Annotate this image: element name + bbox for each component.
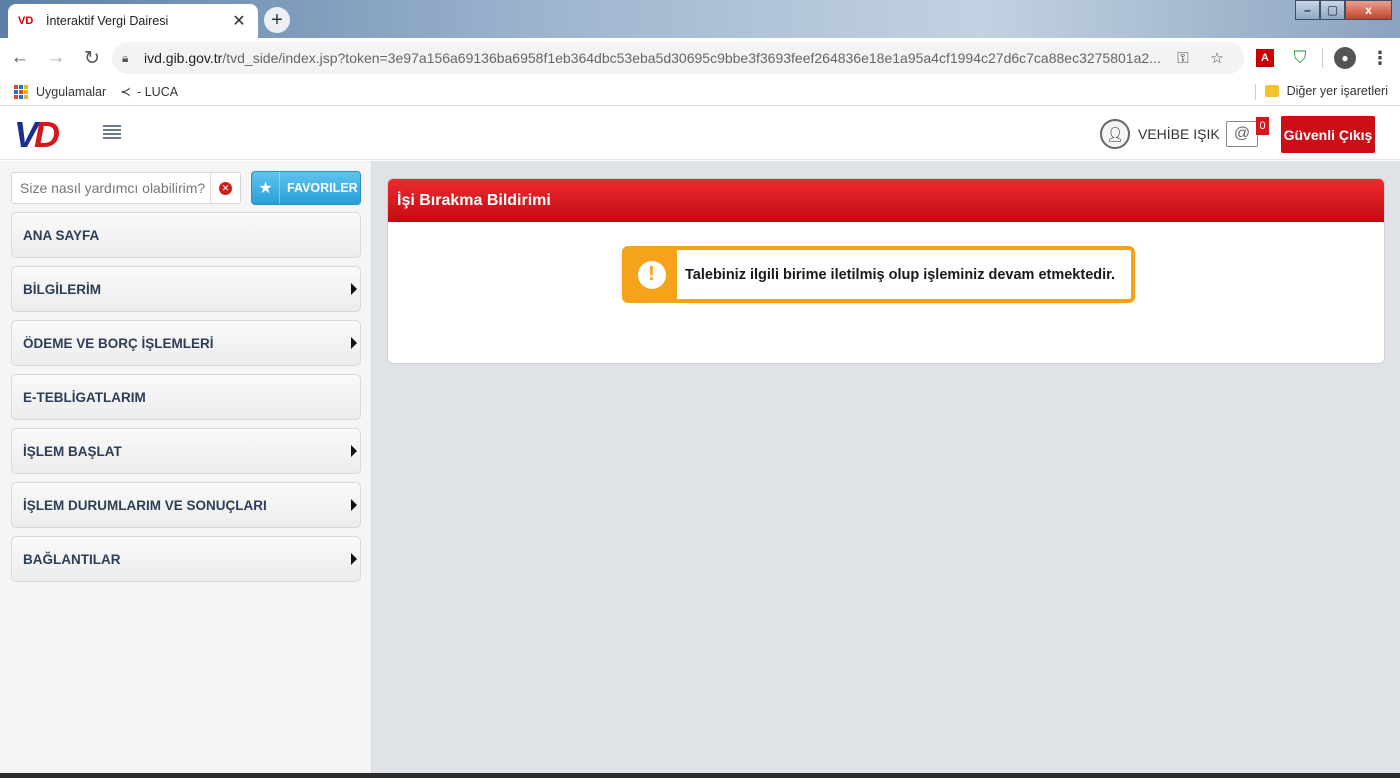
browser-tab[interactable]: VD İnteraktif Vergi Dairesi ✕ bbox=[8, 4, 258, 38]
bookmark-star-icon[interactable]: ☆ bbox=[1200, 49, 1234, 67]
sidebar-item-odeme-borc[interactable]: ÖDEME VE BORÇ İŞLEMLERİ bbox=[11, 320, 361, 366]
caret-right-icon bbox=[351, 337, 357, 349]
status-alert: ! Talebiniz ilgili birime iletilmiş olup… bbox=[622, 246, 1135, 303]
sidebar-item-islem-durumlarim[interactable]: İŞLEM DURUMLARIM VE SONUÇLARI bbox=[11, 482, 361, 528]
main-content: İşi Bırakma Bildirimi ! Talebiniz ilgili… bbox=[372, 161, 1400, 773]
sidebar-item-baglantilar[interactable]: BAĞLANTILAR bbox=[11, 536, 361, 582]
favorites-button[interactable]: ★ FAVORILER bbox=[251, 171, 361, 205]
shield-extension-icon[interactable]: ⛉ bbox=[1288, 46, 1312, 70]
url-text: ivd.gib.gov.tr/tvd_side/index.jsp?token=… bbox=[144, 50, 1161, 66]
key-icon[interactable]: ⚿ bbox=[1166, 50, 1200, 67]
caret-right-icon bbox=[351, 553, 357, 565]
window-bottom-edge bbox=[0, 773, 1400, 778]
mail-icon[interactable]: @ bbox=[1226, 121, 1258, 147]
pdf-extension-icon[interactable]: A bbox=[1256, 49, 1274, 67]
sidebar-item-e-tebligatlarim[interactable]: E-TEBLİGATLARIM bbox=[11, 374, 361, 420]
sidebar-item-bilgilerim[interactable]: BİLGİLERİM bbox=[11, 266, 361, 312]
bookmark-label: Uygulamalar bbox=[36, 84, 107, 99]
sidebar-item-label: ANA SAYFA bbox=[23, 227, 100, 243]
window-maximize-button[interactable]: ▢ bbox=[1320, 0, 1345, 20]
clear-icon: ✕ bbox=[219, 181, 232, 195]
new-tab-button[interactable]: + bbox=[264, 7, 290, 33]
menu-toggle-icon[interactable] bbox=[103, 125, 121, 139]
other-bookmarks[interactable]: Diğer yer işaretleri bbox=[1264, 84, 1388, 98]
tab-close-icon[interactable]: ✕ bbox=[230, 11, 248, 31]
apps-grid-icon bbox=[14, 84, 28, 99]
reload-icon[interactable]: ↻ bbox=[76, 42, 108, 74]
caret-right-icon bbox=[351, 283, 357, 295]
caret-right-icon bbox=[351, 445, 357, 457]
browser-toolbar: ← → ↻ 🔒︎ ivd.gib.gov.tr/tvd_side/index.j… bbox=[0, 38, 1400, 78]
sidebar-item-label: BİLGİLERİM bbox=[23, 281, 101, 297]
bookmarks-bar: Uygulamalar ≺ - LUCA Diğer yer işaretler… bbox=[0, 78, 1400, 106]
sidebar-item-label: BAĞLANTILAR bbox=[23, 551, 121, 567]
address-bar[interactable]: 🔒︎ ivd.gib.gov.tr/tvd_side/index.jsp?tok… bbox=[112, 42, 1244, 74]
bookmark-luca[interactable]: ≺ - LUCA bbox=[120, 84, 178, 100]
sidebar-item-label: ÖDEME VE BORÇ İŞLEMLERİ bbox=[23, 335, 214, 351]
folder-icon bbox=[1264, 85, 1279, 97]
window-close-button[interactable]: x bbox=[1345, 0, 1392, 20]
user-profile[interactable]: 👤︎ VEHİBE IŞIK bbox=[1100, 119, 1220, 149]
window-minimize-button[interactable]: – bbox=[1295, 0, 1320, 20]
favorites-label: FAVORILER bbox=[287, 181, 358, 195]
alert-icon-container: ! bbox=[626, 250, 677, 299]
search-input[interactable] bbox=[12, 173, 210, 203]
user-avatar-icon: 👤︎ bbox=[1100, 119, 1130, 149]
lock-icon: 🔒︎ bbox=[122, 50, 129, 65]
share-icon: ≺ bbox=[120, 83, 132, 99]
exclamation-icon: ! bbox=[637, 260, 666, 289]
back-arrow-icon[interactable]: ← bbox=[4, 42, 36, 74]
bookmark-apps[interactable]: Uygulamalar bbox=[14, 84, 107, 99]
clear-search-button[interactable]: ✕ bbox=[210, 173, 240, 203]
sidebar: ✕ ★ FAVORILER ANA SAYFA BİLGİLERİM ÖDEME… bbox=[0, 161, 372, 773]
search-box: ✕ bbox=[11, 172, 241, 204]
logout-button[interactable]: Güvenli Çıkış bbox=[1281, 116, 1375, 153]
tab-title: İnteraktif Vergi Dairesi bbox=[46, 14, 169, 28]
profile-icon[interactable]: ● bbox=[1334, 47, 1356, 69]
ivd-logo[interactable]: VD bbox=[14, 117, 60, 153]
browser-menu-icon[interactable]: ⋮ bbox=[1368, 46, 1392, 70]
bookmarks-divider bbox=[1255, 84, 1256, 100]
sidebar-menu: ANA SAYFA BİLGİLERİM ÖDEME VE BORÇ İŞLEM… bbox=[11, 212, 361, 590]
star-icon: ★ bbox=[252, 172, 280, 204]
caret-right-icon bbox=[351, 499, 357, 511]
toolbar-divider bbox=[1322, 48, 1323, 68]
bookmark-label: - LUCA bbox=[137, 84, 179, 99]
sidebar-item-islem-baslat[interactable]: İŞLEM BAŞLAT bbox=[11, 428, 361, 474]
sidebar-item-ana-sayfa[interactable]: ANA SAYFA bbox=[11, 212, 361, 258]
other-bookmarks-label: Diğer yer işaretleri bbox=[1286, 84, 1388, 98]
sidebar-item-label: E-TEBLİGATLARIM bbox=[23, 389, 146, 405]
app-header: VD 👤︎ VEHİBE IŞIK @ 0 Güvenli Çıkış bbox=[0, 107, 1400, 160]
browser-tab-bar: VD İnteraktif Vergi Dairesi ✕ + bbox=[0, 0, 1400, 38]
sidebar-item-label: İŞLEM BAŞLAT bbox=[23, 443, 122, 459]
mail-count-badge: 0 bbox=[1256, 117, 1269, 135]
alert-message: Talebiniz ilgili birime iletilmiş olup i… bbox=[685, 266, 1116, 283]
site-favicon-icon: VD bbox=[18, 15, 34, 27]
sidebar-item-label: İŞLEM DURUMLARIM VE SONUÇLARI bbox=[23, 497, 267, 513]
user-name: VEHİBE IŞIK bbox=[1138, 126, 1220, 142]
notification-panel: İşi Bırakma Bildirimi ! Talebiniz ilgili… bbox=[387, 178, 1385, 364]
panel-title: İşi Bırakma Bildirimi bbox=[388, 179, 1384, 222]
forward-arrow-icon[interactable]: → bbox=[40, 42, 72, 74]
